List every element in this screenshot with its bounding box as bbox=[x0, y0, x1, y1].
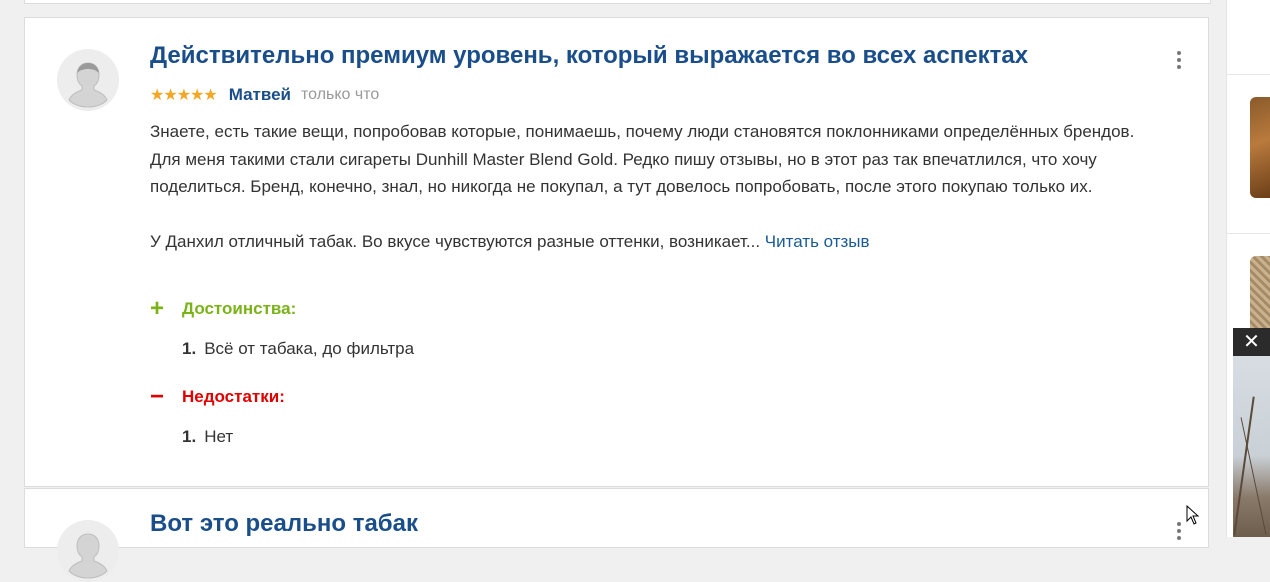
more-options-icon[interactable] bbox=[1172, 51, 1186, 71]
review-time: только что bbox=[301, 86, 380, 103]
close-icon[interactable]: ✕ bbox=[1233, 328, 1270, 356]
pros-item-text: Всё от табака, до фильтра bbox=[204, 339, 415, 358]
pros-item-number: 1. bbox=[182, 339, 197, 358]
pros-item: 1. Всё от табака, до фильтра bbox=[182, 339, 1150, 361]
cons-item: 1. Нет bbox=[182, 427, 1150, 449]
divider bbox=[1227, 233, 1270, 234]
divider bbox=[1227, 74, 1270, 75]
video-ad[interactable]: ✕ bbox=[1233, 328, 1270, 537]
rating-stars-icon: ★★★★★ bbox=[150, 87, 218, 104]
review-title[interactable]: Вот это реально табак bbox=[150, 510, 418, 538]
minus-icon: − bbox=[150, 383, 165, 410]
review-card: Вот это реально табак bbox=[24, 488, 1209, 582]
mouse-cursor-icon bbox=[1186, 505, 1200, 525]
pros-cons: + Достоинства: 1. Всё от табака, до фильт… bbox=[150, 295, 1150, 449]
review-title[interactable]: Действительно премиум уровень, который в… bbox=[150, 42, 1028, 70]
user-avatar-icon bbox=[57, 49, 119, 111]
product-thumbnail[interactable] bbox=[1250, 256, 1270, 336]
author-name[interactable]: Матвей bbox=[229, 85, 291, 105]
review-paragraph-2: У Данхил отличный табак. Во вкусе чувств… bbox=[150, 228, 1150, 256]
ad-image[interactable] bbox=[1233, 356, 1270, 537]
previous-review-card bbox=[24, 0, 1211, 4]
product-thumbnail[interactable] bbox=[1250, 97, 1270, 198]
review-meta: ★★★★★ Матвей только что bbox=[150, 84, 379, 106]
cons-item-text: Нет bbox=[204, 427, 234, 446]
read-more-link[interactable]: Читать отзыв bbox=[765, 232, 870, 251]
avatar[interactable] bbox=[57, 49, 119, 111]
avatar[interactable] bbox=[57, 520, 119, 582]
review-excerpt: У Данхил отличный табак. Во вкусе чувств… bbox=[150, 231, 761, 251]
review-card: Действительно премиум уровень, который в… bbox=[24, 17, 1209, 487]
cons-section: − Недостатки: 1. Нет bbox=[150, 383, 1150, 449]
cons-label: Недостатки: bbox=[182, 387, 285, 406]
user-avatar-icon bbox=[57, 520, 119, 582]
review-text: Знаете, есть такие вещи, попробовав кото… bbox=[150, 118, 1150, 255]
cons-item-number: 1. bbox=[182, 427, 197, 446]
reviews-feed: Действительно премиум уровень, который в… bbox=[24, 0, 1211, 582]
plus-icon: + bbox=[150, 295, 165, 322]
pros-label: Достоинства: bbox=[182, 299, 297, 318]
pros-section: + Достоинства: 1. Всё от табака, до фильт… bbox=[150, 295, 1150, 361]
more-options-icon[interactable] bbox=[1172, 522, 1186, 542]
review-paragraph-1: Знаете, есть такие вещи, попробовав кото… bbox=[150, 122, 1135, 196]
